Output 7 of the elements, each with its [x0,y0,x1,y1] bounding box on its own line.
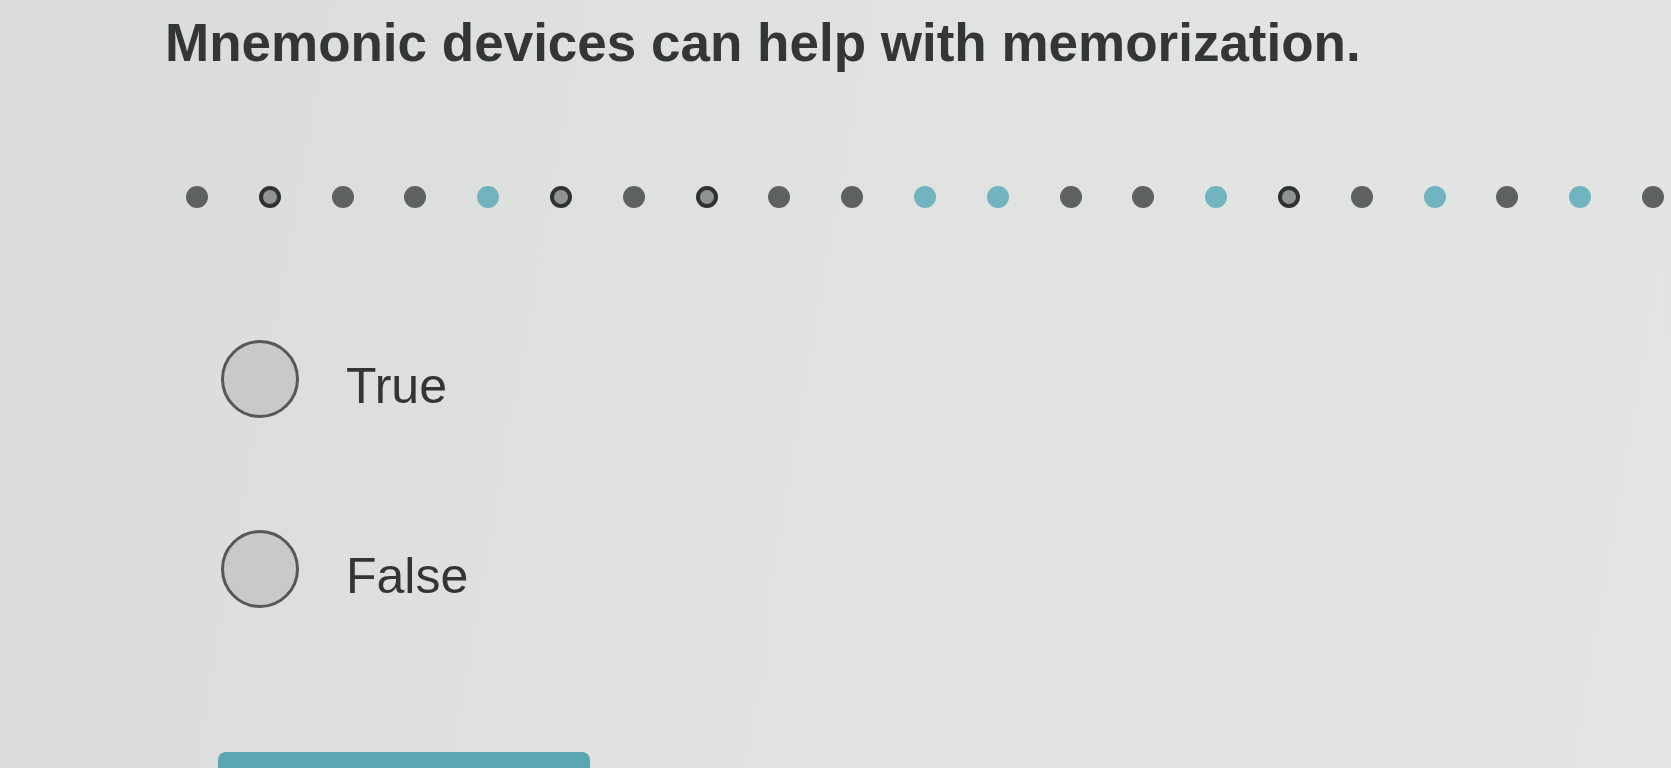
option-label[interactable]: False [346,547,469,606]
option-label[interactable]: True [346,357,447,416]
progress-ring-icon [258,185,281,208]
progress-ring-icon [1277,185,1300,208]
progress-ring-icon [550,185,572,208]
question-text: Mnemonic devices can help with memorization. [165,13,1361,74]
progress-ring-icon [695,185,718,208]
